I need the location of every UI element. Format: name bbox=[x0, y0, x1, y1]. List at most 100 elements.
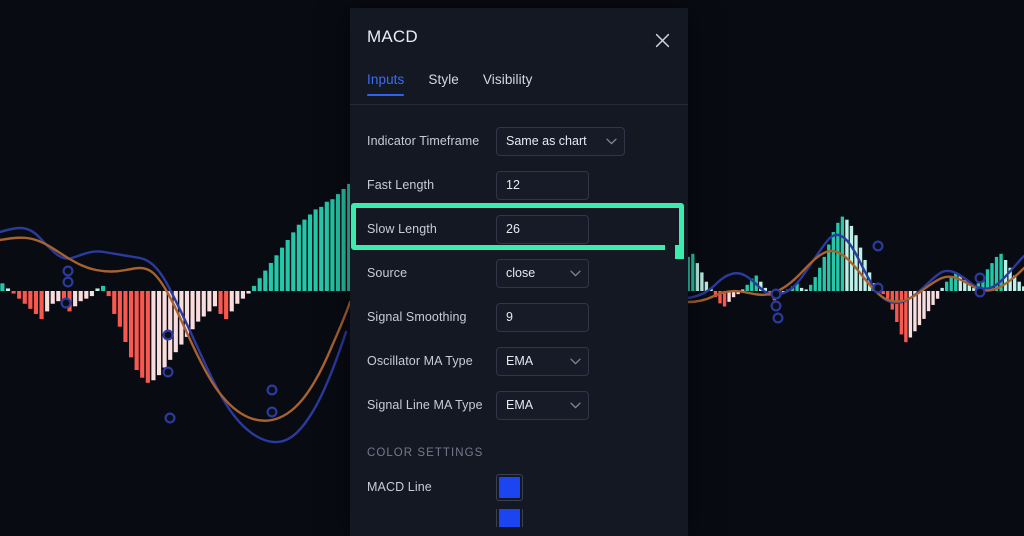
histogram-bar bbox=[886, 291, 890, 299]
source-select[interactable]: close bbox=[496, 258, 589, 288]
histogram-bar bbox=[307, 214, 313, 291]
histogram-bar bbox=[799, 287, 804, 291]
tab-style[interactable]: Style bbox=[428, 72, 459, 96]
chevron-down-icon bbox=[570, 358, 581, 365]
color-settings-section-title: COLOR SETTINGS bbox=[367, 447, 484, 459]
oscillator-ma-type-select[interactable]: EMA bbox=[496, 346, 589, 376]
histogram-bar bbox=[123, 291, 128, 342]
histogram-bar bbox=[274, 255, 279, 291]
field-row-oscillator-ma-type: Oscillator MA Type EMA bbox=[367, 339, 671, 383]
histogram-bar bbox=[128, 291, 134, 358]
histogram-bar bbox=[45, 291, 50, 312]
histogram-bar bbox=[190, 291, 195, 330]
histogram-bar bbox=[319, 206, 324, 291]
histogram-bar bbox=[39, 291, 44, 320]
histogram-bar bbox=[330, 199, 335, 291]
signal-smoothing-input[interactable]: 9 bbox=[496, 302, 589, 332]
macd-line-color-swatch[interactable] bbox=[496, 473, 523, 501]
signal-line-ma-type-select[interactable]: EMA bbox=[496, 390, 589, 420]
histogram-bar bbox=[899, 291, 904, 335]
histogram-bar bbox=[285, 240, 290, 291]
signal-line-color-swatch[interactable] bbox=[496, 509, 523, 527]
histogram-bar bbox=[134, 291, 139, 371]
panel-body: Indicator Timeframe Same as chart Fast L… bbox=[350, 105, 688, 527]
histogram-bar bbox=[691, 253, 695, 291]
histogram-bar bbox=[695, 263, 700, 291]
histogram-bar bbox=[895, 291, 899, 322]
histogram-bar bbox=[324, 201, 329, 291]
histogram-bar bbox=[940, 287, 944, 291]
histogram-bar bbox=[263, 270, 268, 291]
panel-title: MACD bbox=[367, 27, 418, 46]
histogram-bar bbox=[240, 291, 245, 299]
histogram-bar bbox=[212, 291, 218, 307]
histogram-bar bbox=[335, 194, 341, 291]
app-root: MACD Inputs Style Visibility Indicator T… bbox=[0, 0, 1024, 536]
histogram-bar bbox=[117, 291, 122, 327]
histogram-bar bbox=[56, 291, 61, 302]
histogram-bar bbox=[252, 285, 257, 291]
histogram-bar bbox=[313, 209, 318, 291]
field-row-signal-line-ma-type: Signal Line MA Type EMA bbox=[367, 383, 671, 427]
chevron-down-icon bbox=[570, 270, 581, 277]
indicator-timeframe-select[interactable]: Same as chart bbox=[496, 126, 625, 156]
field-label-indicator-timeframe: Indicator Timeframe bbox=[367, 134, 480, 148]
histogram-bar bbox=[101, 285, 106, 291]
fast-length-input[interactable]: 12 bbox=[496, 170, 589, 200]
histogram-bar bbox=[162, 291, 167, 368]
histogram-bar bbox=[854, 235, 858, 291]
tab-visibility[interactable]: Visibility bbox=[483, 72, 533, 96]
slow-length-input[interactable]: 26 bbox=[496, 214, 589, 244]
source-value: close bbox=[506, 266, 536, 280]
histogram-bar bbox=[89, 291, 94, 297]
histogram-bar bbox=[1017, 281, 1021, 291]
field-label-oscillator-ma-type: Oscillator MA Type bbox=[367, 354, 473, 368]
histogram-bar bbox=[140, 291, 145, 378]
panel-header: MACD bbox=[350, 8, 688, 66]
histogram-bar bbox=[207, 291, 212, 312]
histogram-bar bbox=[280, 247, 285, 291]
histogram-bar bbox=[849, 225, 854, 291]
histogram-bar bbox=[944, 281, 949, 291]
histogram-bar bbox=[917, 291, 922, 326]
histogram-bar bbox=[78, 291, 83, 302]
field-row-slow-length: Slow Length 26 bbox=[367, 207, 671, 251]
oscillator-ma-type-value: EMA bbox=[506, 354, 534, 368]
tab-inputs[interactable]: Inputs bbox=[367, 72, 405, 96]
histogram-bar bbox=[836, 222, 840, 291]
fast-length-value: 12 bbox=[506, 178, 520, 192]
indicator-timeframe-value: Same as chart bbox=[506, 134, 587, 148]
histogram-bar bbox=[11, 291, 16, 294]
chevron-down-icon bbox=[606, 138, 617, 145]
histogram-bar bbox=[926, 291, 931, 312]
macd-settings-panel: MACD Inputs Style Visibility Indicator T… bbox=[350, 8, 688, 536]
histogram-bar bbox=[813, 277, 817, 291]
histogram-bar bbox=[822, 256, 826, 291]
close-icon[interactable] bbox=[650, 28, 674, 52]
histogram-bar bbox=[145, 291, 150, 383]
slow-length-value: 26 bbox=[506, 222, 520, 236]
signal-line-ma-type-value: EMA bbox=[506, 398, 534, 412]
field-label-source: Source bbox=[367, 266, 408, 280]
histogram-bar bbox=[845, 219, 849, 291]
histogram-bar bbox=[935, 291, 940, 299]
histogram-bar bbox=[291, 232, 296, 291]
field-label-slow-length: Slow Length bbox=[367, 222, 437, 236]
chevron-down-icon bbox=[570, 402, 581, 409]
field-row-source: Source close bbox=[367, 251, 671, 295]
histogram-bar bbox=[931, 291, 935, 305]
histogram-bar bbox=[33, 291, 39, 314]
histogram-bar bbox=[235, 291, 240, 304]
histogram-bar bbox=[95, 288, 100, 291]
field-label-signal-line-ma-type: Signal Line MA Type bbox=[367, 398, 483, 412]
histogram-bar bbox=[196, 291, 201, 322]
color-label-macd-line: MACD Line bbox=[367, 480, 432, 494]
histogram-bar bbox=[106, 291, 111, 297]
histogram-bar bbox=[84, 291, 89, 299]
histogram-bar bbox=[112, 291, 117, 314]
histogram-bar bbox=[922, 291, 926, 319]
histogram-bar bbox=[804, 289, 808, 291]
field-row-signal-smoothing: Signal Smoothing 9 bbox=[367, 295, 671, 339]
field-label-fast-length: Fast Length bbox=[367, 178, 435, 192]
field-row-indicator-timeframe: Indicator Timeframe Same as chart bbox=[367, 119, 671, 163]
